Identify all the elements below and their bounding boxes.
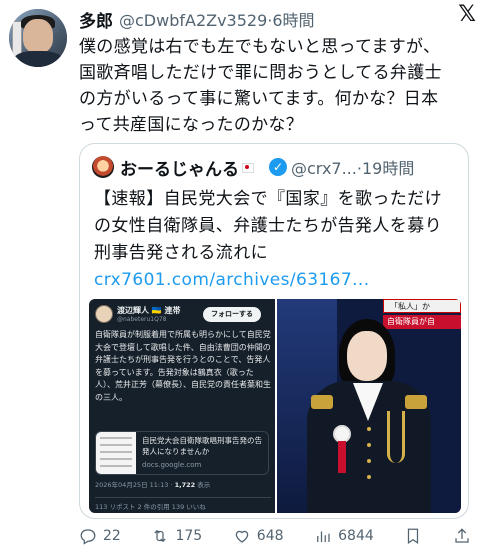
like-button[interactable]: 648 bbox=[233, 527, 284, 545]
repost-icon bbox=[154, 529, 167, 543]
views-button[interactable]: 6844 bbox=[314, 527, 374, 545]
quoted-tweet[interactable]: おーるじゃんる ✓ @crx7...·19時間 【速報】自民党大会で『国家』を歌… bbox=[79, 143, 469, 519]
embedded-link-card: 自民党大会自衛隊歌唱刑事告発の告発人になりませんか docs.google.co… bbox=[95, 431, 269, 475]
photo-banner-bottom: 自衛隊員が自 bbox=[383, 315, 461, 329]
views-count: 6844 bbox=[338, 528, 374, 544]
reply-icon bbox=[80, 529, 96, 545]
like-count: 648 bbox=[256, 528, 284, 544]
embedded-author-name: 渡辺輝人 🇺🇦 連帯 bbox=[117, 306, 181, 315]
reply-count: 22 bbox=[103, 528, 121, 544]
quote-link[interactable]: crx7601.com/archives/63167... bbox=[94, 267, 460, 294]
bookmark-button[interactable] bbox=[404, 527, 422, 545]
post-screenshot-image[interactable]: 渡辺輝人 🇺🇦 連帯 @nabeteru1Q78 フォローする 自衛隊員が制服着… bbox=[89, 299, 275, 513]
views-chart-icon bbox=[317, 531, 330, 542]
embedded-card-title: 自民党大会自衛隊歌唱刑事告発の告発人になりませんか bbox=[142, 436, 262, 456]
embedded-post-stats: 113 リポスト 2 件の引用 139 いいね bbox=[95, 497, 271, 511]
embedded-card-url: docs.google.com bbox=[142, 461, 202, 469]
embedded-post-date: 2026年04月25日 11:13 · 1,722 表示 bbox=[95, 481, 211, 489]
x-logo-icon: 𝕏 bbox=[458, 2, 476, 27]
embedded-avatar bbox=[95, 305, 113, 323]
photo-image[interactable]: 「私人」か 自衛隊員が自 bbox=[277, 299, 461, 513]
reply-button[interactable]: 22 bbox=[79, 527, 121, 545]
quote-avatar bbox=[92, 156, 114, 178]
tweet-text: 僕の感覚は右でも左でもないと思ってますが、 国歌斉唱しただけで罪に問おうとしてる… bbox=[79, 37, 442, 135]
embedded-post-text: 自衛隊員が制服着用で所属も明らかにして自民党大会で登壇して歌唱した件、自由法曹団… bbox=[95, 330, 271, 402]
share-icon bbox=[455, 528, 469, 543]
share-button[interactable] bbox=[453, 527, 471, 545]
quote-header: おーるじゃんる ✓ @crx7...·19時間 bbox=[92, 154, 460, 180]
tweet-time: 6時間 bbox=[272, 11, 315, 30]
quote-handle: @crx7...·19時間 bbox=[291, 159, 415, 178]
bookmark-icon bbox=[408, 528, 419, 544]
embedded-follow-button: フォローする bbox=[203, 307, 261, 322]
photo-banner-top: 「私人」か bbox=[383, 299, 461, 313]
author-name[interactable]: 多郎 bbox=[79, 7, 113, 32]
repost-button[interactable]: 175 bbox=[151, 527, 202, 545]
verified-badge-icon: ✓ bbox=[269, 158, 287, 176]
author-handle[interactable]: @cDwbfA2Zv3529·6時間 bbox=[119, 7, 315, 31]
embedded-author-handle: @nabeteru1Q78 bbox=[117, 316, 167, 323]
author-avatar[interactable] bbox=[9, 9, 67, 67]
action-bar: 22 175 648 6844 bbox=[79, 523, 471, 549]
quote-text: 【速報】自民党大会で『国家』を歌っただけ の女性自衛隊員、弁護士たちが告発人を募… bbox=[94, 186, 460, 294]
repost-count: 175 bbox=[175, 528, 203, 544]
tweet-header: 多郎 @cDwbfA2Zv3529·6時間 bbox=[79, 6, 470, 32]
heart-icon bbox=[235, 530, 249, 543]
japan-flag-icon bbox=[242, 159, 264, 175]
document-thumbnail bbox=[96, 432, 136, 474]
quote-author-name: おーるじゃんる bbox=[120, 159, 239, 180]
